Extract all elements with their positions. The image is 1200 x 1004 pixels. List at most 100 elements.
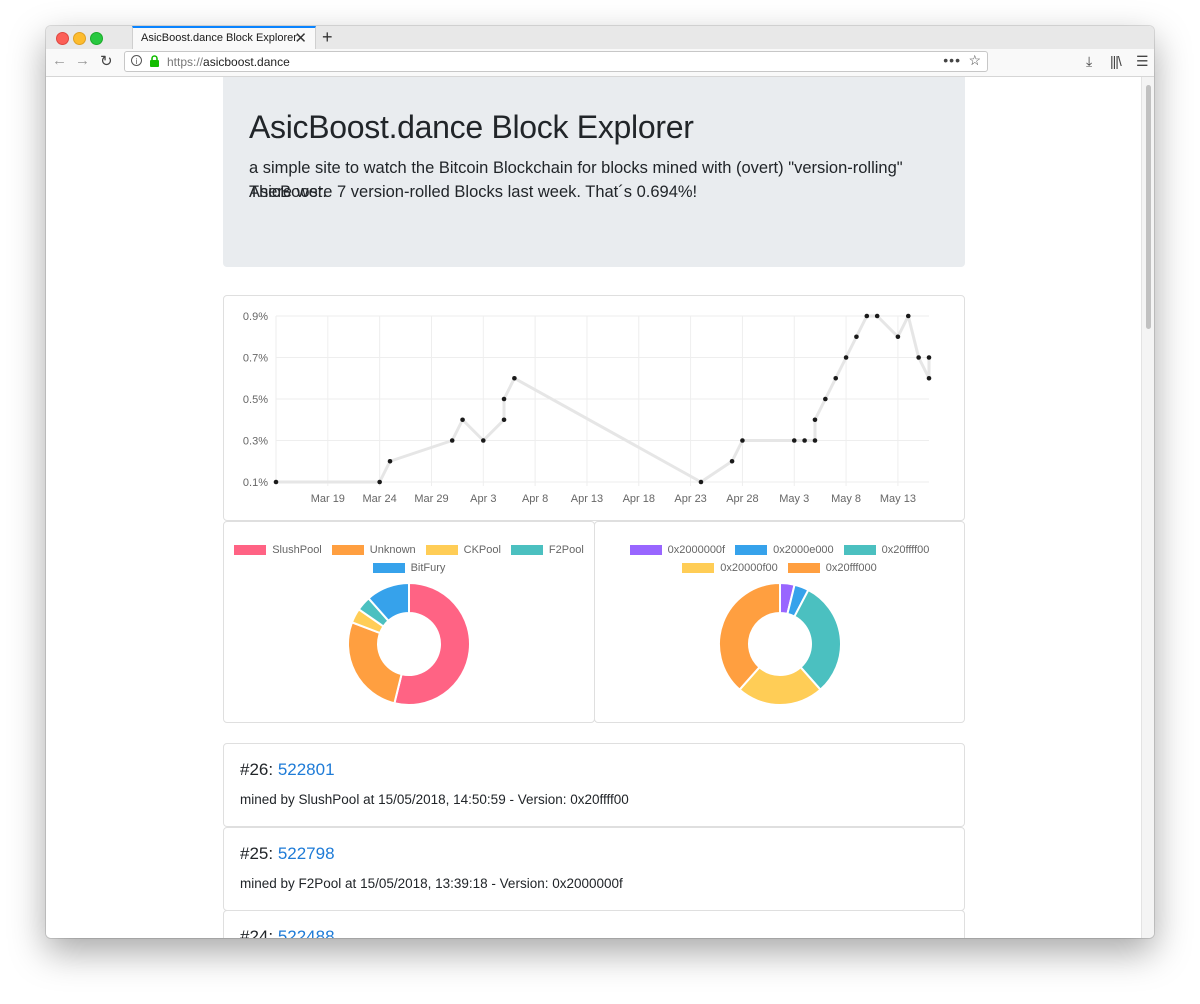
legend-item[interactable]: 0x20000f00 [682,562,778,574]
legend-label: CKPool [463,544,501,556]
data-point[interactable] [905,313,911,319]
legend-label: 0x2000000f [667,544,726,556]
data-point[interactable] [729,458,735,464]
data-point[interactable] [843,355,849,360]
legend-swatch [372,563,405,573]
data-point[interactable] [698,479,704,485]
info-icon[interactable]: i [131,55,142,66]
grid: 0.1% 0.3% 0.5% 0.7% 0.9% Mar 19 Mar 24 Mar 29 Ap… [243,311,929,505]
maximize-window-button[interactable] [90,32,103,45]
legend-swatch [843,545,876,555]
line-chart-card: 0.1% 0.3% 0.5% 0.7% 0.9% Mar 19 Mar 24 Mar 29 Ap… [223,295,965,521]
block-card: #24: 522488 [223,910,965,938]
line-chart: 0.1% 0.3% 0.5% 0.7% 0.9% Mar 19 Mar 24 Mar 29 Ap… [243,311,932,505]
url-text[interactable]: https://asicboost.dance [167,55,290,69]
data-point[interactable] [377,479,382,485]
legend-swatch [735,545,768,555]
block-height-link[interactable]: 522488 [278,927,335,938]
data-point[interactable] [864,313,870,319]
x-tick-label: May 3 [779,493,809,505]
data-point[interactable] [895,334,901,340]
data-point[interactable] [791,438,797,443]
back-icon[interactable]: ← [52,52,67,69]
page-actions-icon[interactable]: ••• [943,52,961,68]
tab-active[interactable]: AsicBoost.dance Block Explorer ✕ [132,26,316,49]
data-point[interactable] [802,438,807,443]
legend-item[interactable]: 0x2000000f [629,544,726,556]
legend-swatch [787,563,820,573]
x-tick-label: May 8 [831,493,861,505]
x-tick-label: Mar 29 [414,493,448,505]
block-height-link[interactable]: 522801 [278,760,335,779]
lead-stats: There were 7 version-rolled Blocks last … [249,183,698,201]
x-tick-label: Apr 3 [470,493,496,505]
x-tick-label: Apr 28 [726,493,758,505]
data-point[interactable] [833,375,839,381]
block-title: #25: 522798 [240,844,335,864]
data-point[interactable] [460,417,465,423]
legend-swatch [234,545,267,555]
data-point[interactable] [740,438,745,443]
scrollbar-thumb[interactable] [1146,85,1151,329]
legend-swatch [331,545,364,555]
x-tick-label: Apr 8 [522,493,548,505]
block-card: #25: 522798 mined by F2Pool at 15/05/201… [223,827,965,911]
block-title: #24: 522488 [240,927,335,938]
header-jumbotron: AsicBoost.dance Block Explorer a simple … [223,77,965,267]
legend-swatch [682,563,715,573]
minimize-window-button[interactable] [73,32,86,45]
legend-swatch [629,545,662,555]
tab-close-icon[interactable]: ✕ [294,29,307,47]
legend-label: Unknown [369,544,416,556]
url-bar[interactable]: i https://asicboost.dance ••• ☆ [124,51,988,72]
data-point[interactable] [926,375,932,381]
data-point[interactable] [273,479,279,485]
browser-window: AsicBoost.dance Block Explorer ✕ + ← → ↻… [46,26,1154,938]
data-point[interactable] [874,313,880,319]
x-tick-label: May 13 [880,493,916,505]
data-point[interactable] [812,417,818,423]
reload-icon[interactable]: ↻ [100,52,113,70]
legend-item[interactable]: CKPool [425,544,501,556]
new-tab-icon[interactable]: + [322,26,333,48]
block-height-link[interactable]: 522798 [278,844,335,863]
download-icon[interactable]: ⤓ [1086,53,1092,70]
legend-item[interactable]: 0x2000e000 [735,544,834,556]
data-point[interactable] [501,417,507,423]
data-point[interactable] [812,438,818,443]
legend-item[interactable]: F2Pool [510,544,584,556]
data-point[interactable] [449,438,455,443]
data-point[interactable] [854,334,859,340]
legend-item[interactable]: 0x20fff000 [787,562,877,574]
legend-swatch [425,545,458,555]
library-icon[interactable]: |||\ [1110,53,1122,69]
tab-title: AsicBoost.dance Block Explorer [141,32,297,44]
block-details: mined by SlushPool at 15/05/2018, 14:50:… [240,792,629,807]
data-point[interactable] [481,438,486,443]
close-window-button[interactable] [56,32,69,45]
navigation-bar: ← → ↻ i https://asicboost.dance ••• ☆ ⤓ … [46,49,1154,77]
legend-item[interactable]: BitFury [372,562,446,574]
donut-slice[interactable] [347,621,403,705]
legend-item[interactable]: Unknown [331,544,416,556]
data-point[interactable] [916,355,921,360]
pool-legend: SlushPool Unknown CKPool F2Pool BitFury [224,544,594,580]
data-point[interactable] [387,458,393,464]
data-point[interactable] [926,355,932,360]
vertical-scrollbar[interactable] [1141,77,1154,938]
pool-donut-chart [347,581,471,706]
block-index: #25: [240,844,278,863]
pool-chart-card: SlushPool Unknown CKPool F2Pool BitFury [223,521,595,723]
y-tick-label: 0.1% [243,477,268,489]
menu-icon[interactable]: ☰ [1136,53,1149,70]
bookmark-star-icon[interactable]: ☆ [968,52,981,69]
legend-item[interactable]: SlushPool [234,544,322,556]
legend-item[interactable]: 0x20ffff00 [843,544,929,556]
x-tick-label: Apr 18 [623,493,655,505]
legend-label: BitFury [410,562,446,574]
data-point[interactable] [501,396,507,402]
legend-label: SlushPool [272,544,322,556]
data-point[interactable] [823,396,828,402]
data-point[interactable] [512,375,517,381]
forward-icon[interactable]: → [75,52,90,69]
